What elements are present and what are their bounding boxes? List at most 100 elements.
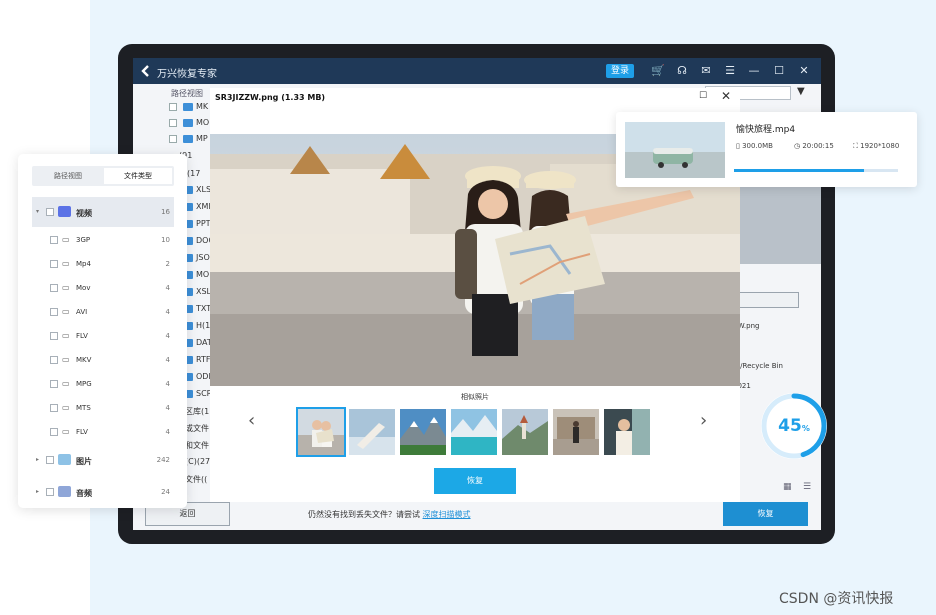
close-icon[interactable]: ✕ xyxy=(721,89,731,103)
file-icon: ▯ xyxy=(736,142,740,150)
tree-item[interactable]: 或文件 xyxy=(185,423,209,439)
checkbox[interactable] xyxy=(46,488,54,496)
grid-view-icon[interactable]: ▦ xyxy=(783,482,792,492)
folder-icon xyxy=(183,118,193,127)
preview-title: SR3JIZZW.png (1.33 MB) xyxy=(215,93,326,102)
app-logo-icon xyxy=(141,65,149,77)
close-icon[interactable]: ✕ xyxy=(796,63,812,79)
list-item[interactable]: ▭ Mov 4 xyxy=(32,276,174,300)
checkbox[interactable] xyxy=(46,456,54,464)
resolution-icon: ⛶ xyxy=(853,142,858,150)
thumbnail[interactable] xyxy=(451,409,497,455)
chevron-down-icon[interactable]: ▾ xyxy=(36,208,39,215)
prev-arrow-icon[interactable]: ‹ xyxy=(248,410,255,431)
image-icon xyxy=(58,454,71,465)
video-resolution: ⛶ 1920*1080 xyxy=(853,142,900,150)
tree-item[interactable]: 文件(( xyxy=(185,474,207,490)
path-view-header[interactable]: 路径视图 xyxy=(157,88,217,102)
checkbox[interactable] xyxy=(169,118,177,127)
checkbox[interactable] xyxy=(169,102,177,111)
checkbox[interactable] xyxy=(50,332,58,340)
tree-item[interactable]: (C)(27 xyxy=(185,457,210,473)
preview-button[interactable] xyxy=(733,292,799,308)
app-title: 万兴恢复专家 xyxy=(157,69,217,80)
menu-icon[interactable]: ☰ xyxy=(722,63,738,79)
checkbox[interactable] xyxy=(46,208,54,216)
checkbox[interactable] xyxy=(169,134,177,143)
file-video-icon: ▭ xyxy=(62,403,70,412)
checkbox[interactable] xyxy=(50,404,58,412)
tree-item[interactable]: 和文件 xyxy=(185,440,209,456)
main-recover-button[interactable]: 恢复 xyxy=(723,502,808,526)
video-size: ▯ 300.0MB xyxy=(736,142,773,150)
maximize-icon[interactable]: ☐ xyxy=(771,63,787,79)
thumbnail[interactable] xyxy=(296,407,346,457)
bottom-tip: 仍然没有找到丢失文件？请尝试 深度扫描模式 xyxy=(308,510,471,519)
filter-icon[interactable]: ▼ xyxy=(797,86,805,97)
category-audio[interactable]: ▸ 音频 24 xyxy=(32,480,174,506)
file-video-icon: ▭ xyxy=(62,427,70,436)
file-video-icon: ▭ xyxy=(62,355,70,364)
progress-value: 45% xyxy=(778,416,810,436)
next-arrow-icon[interactable]: › xyxy=(700,410,707,431)
file-video-icon: ▭ xyxy=(62,307,70,316)
title-bar: 万兴恢复专家 登录 🛒 ☊ ✉ ☰ — ☐ ✕ xyxy=(133,58,821,84)
tree-item[interactable]: MK xyxy=(169,102,208,118)
recovery-progress-ring: 45% xyxy=(758,390,830,462)
video-thumbnail xyxy=(625,122,725,178)
mail-icon[interactable]: ✉ xyxy=(698,63,714,79)
category-image[interactable]: ▸ 图片 242 xyxy=(32,448,174,474)
tab-path-view[interactable]: 路径视图 xyxy=(34,168,102,184)
video-duration: ◷ 20:00:15 xyxy=(794,142,834,150)
thumbnail[interactable] xyxy=(349,409,395,455)
folder-icon xyxy=(183,134,193,143)
video-card[interactable]: 愉快旅程.mp4 ▯ 300.0MB ◷ 20:00:15 ⛶ 1920*108… xyxy=(616,112,917,187)
list-item[interactable]: ▭ AVI 4 xyxy=(32,300,174,324)
tree-item[interactable]: MP xyxy=(169,134,208,150)
list-item[interactable]: ▭ MPG 4 xyxy=(32,372,174,396)
maximize-icon[interactable]: ☐ xyxy=(699,91,709,101)
category-video[interactable]: ▾ 视频 16 xyxy=(32,197,174,227)
clock-icon: ◷ xyxy=(794,142,801,150)
tab-file-type[interactable]: 文件类型 xyxy=(104,168,172,184)
thumbnail[interactable] xyxy=(400,409,446,455)
checkbox[interactable] xyxy=(50,356,58,364)
cart-icon[interactable]: 🛒 xyxy=(650,63,666,79)
list-item[interactable]: ▭ FLV 4 xyxy=(32,420,174,444)
checkbox[interactable] xyxy=(50,236,58,244)
thumbnail[interactable] xyxy=(553,409,599,455)
headset-icon[interactable]: ☊ xyxy=(674,63,690,79)
checkbox[interactable] xyxy=(50,284,58,292)
chevron-right-icon[interactable]: ▸ xyxy=(36,456,39,463)
checkbox[interactable] xyxy=(50,260,58,268)
file-video-icon: ▭ xyxy=(62,283,70,292)
file-path-value: S)/Recycle Bin xyxy=(733,362,783,370)
tree-item[interactable]: MO xyxy=(169,118,209,134)
preview-recover-button[interactable]: 恢复 xyxy=(434,468,516,494)
list-item[interactable]: ▭ 3GP 10 xyxy=(32,228,174,252)
file-video-icon: ▭ xyxy=(62,235,70,244)
deep-scan-link[interactable]: 深度扫描模式 xyxy=(423,510,471,519)
list-item[interactable]: ▭ MKV 4 xyxy=(32,348,174,372)
list-view-icon[interactable]: ☰ xyxy=(803,482,811,492)
video-icon xyxy=(58,206,71,217)
folder-icon xyxy=(183,102,193,111)
checkbox[interactable] xyxy=(50,308,58,316)
list-item[interactable]: ▭ MTS 4 xyxy=(32,396,174,420)
login-button[interactable]: 登录 xyxy=(606,64,635,78)
file-video-icon: ▭ xyxy=(62,259,70,268)
audio-icon xyxy=(58,486,71,497)
list-item[interactable]: ▭ FLV 4 xyxy=(32,324,174,348)
video-name: 愉快旅程.mp4 xyxy=(736,125,796,135)
checkbox[interactable] xyxy=(50,380,58,388)
list-item[interactable]: ▭ Mp4 2 xyxy=(32,252,174,276)
thumbnail[interactable] xyxy=(502,409,548,455)
thumbnail[interactable] xyxy=(604,409,650,455)
chevron-right-icon[interactable]: ▸ xyxy=(36,488,39,495)
checkbox[interactable] xyxy=(50,428,58,436)
minimize-icon[interactable]: — xyxy=(746,63,762,79)
tree-item[interactable]: 区库(1 xyxy=(185,406,209,422)
similar-photos-title: 相似照片 xyxy=(461,393,489,401)
video-progress-fill xyxy=(734,169,864,172)
view-switcher: 路径视图 文件类型 xyxy=(32,166,174,186)
